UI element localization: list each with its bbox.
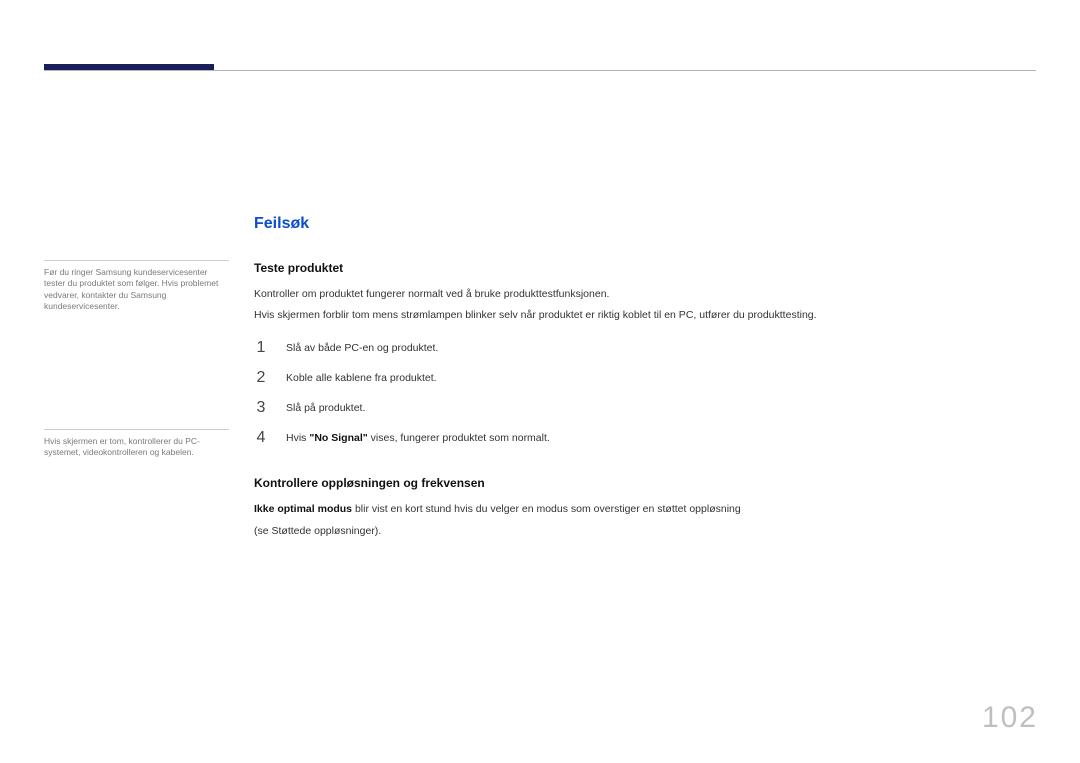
step-number: 4 xyxy=(254,430,268,446)
step-text: Hvis "No Signal" vises, fungerer produkt… xyxy=(286,430,550,444)
sidebar-note: Hvis skjermen er tom, kontrollerer du PC… xyxy=(44,429,229,465)
step-text-bold: "No Signal" xyxy=(309,432,367,444)
page-number: 102 xyxy=(982,701,1038,735)
step-number: 2 xyxy=(254,370,268,386)
page: Før du ringer Samsung kundeservicesenter… xyxy=(0,0,1080,763)
step-number: 3 xyxy=(254,400,268,416)
step-text: Slå av både PC-en og produktet. xyxy=(286,340,438,354)
step-item: 2 Koble alle kablene fra produktet. xyxy=(254,370,1036,386)
step-text: Koble alle kablene fra produktet. xyxy=(286,370,437,384)
step-list: 1 Slå av både PC-en og produktet. 2 Kobl… xyxy=(254,340,1036,446)
sidebar-note-text: Hvis skjermen er tom, kontrollerer du PC… xyxy=(44,436,200,457)
body-paragraph: Kontroller om produktet fungerer normalt… xyxy=(254,287,1036,303)
section-title: Kontrollere oppløsningen og frekvensen xyxy=(254,476,1036,490)
body-rest: blir vist en kort stund hvis du velger e… xyxy=(352,503,741,515)
body-paragraph: Hvis skjermen forblir tom mens strømlamp… xyxy=(254,308,1036,324)
section-title: Teste produktet xyxy=(254,261,1036,275)
step-item: 1 Slå av både PC-en og produktet. xyxy=(254,340,1036,356)
body-bold: Ikke optimal modus xyxy=(254,503,352,515)
step-item: 4 Hvis "No Signal" vises, fungerer produ… xyxy=(254,430,1036,446)
step-text-prefix: Hvis xyxy=(286,432,309,444)
sidebar: Før du ringer Samsung kundeservicesenter… xyxy=(44,260,229,465)
body-paragraph: Ikke optimal modus blir vist en kort stu… xyxy=(254,502,1036,518)
sidebar-note: Før du ringer Samsung kundeservicesenter… xyxy=(44,260,229,319)
sidebar-note-text: Før du ringer Samsung kundeservicesenter… xyxy=(44,267,218,311)
step-text-suffix: vises, fungerer produktet som normalt. xyxy=(368,432,550,444)
header-rule xyxy=(44,70,1036,71)
main-content: Feilsøk Teste produktet Kontroller om pr… xyxy=(254,215,1036,540)
body-paragraph: (se Støttede oppløsninger). xyxy=(254,524,1036,540)
step-number: 1 xyxy=(254,340,268,356)
page-heading: Feilsøk xyxy=(254,215,1036,233)
step-item: 3 Slå på produktet. xyxy=(254,400,1036,416)
step-text: Slå på produktet. xyxy=(286,400,365,414)
